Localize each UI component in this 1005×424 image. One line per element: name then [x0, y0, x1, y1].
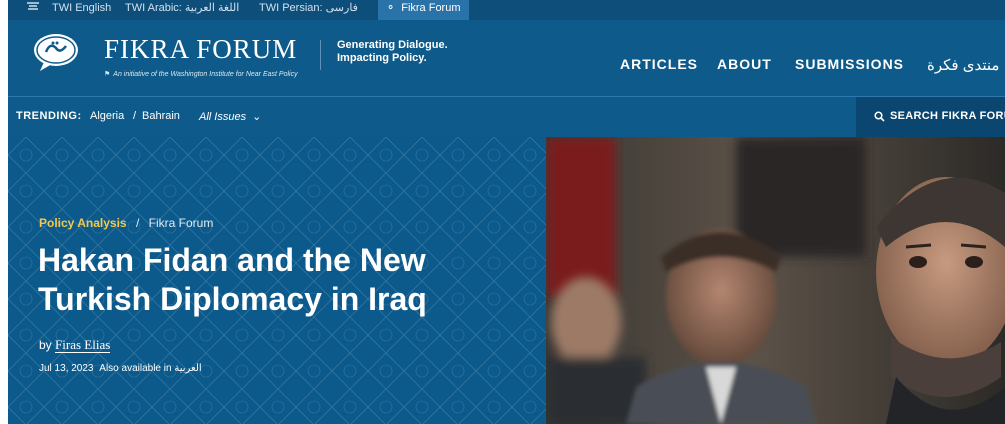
top-link-fikra[interactable]: ⚬ Fikra Forum — [378, 0, 469, 20]
trending-label: TRENDING: — [16, 110, 82, 122]
search-button[interactable]: SEARCH FIKRA FORUM — [856, 97, 1005, 137]
page: TWI English TWI Arabic: اللغة العربية TW… — [8, 0, 1005, 424]
tagline-line-1: Generating Dialogue. — [337, 39, 448, 51]
chat-icon: ⚬ — [386, 2, 396, 14]
brand-subtitle: ⚑ An initiative of the Washington Institu… — [104, 70, 298, 78]
breadcrumb: Policy Analysis / Fikra Forum — [39, 216, 213, 230]
author-link[interactable]: Firas Elias — [55, 337, 111, 353]
tagline-line-2: Impacting Policy. — [337, 52, 427, 64]
header-divider — [320, 40, 321, 70]
top-link-english[interactable]: TWI English — [52, 0, 111, 20]
search-label: SEARCH FIKRA FORUM — [890, 110, 1005, 122]
article-photo — [546, 137, 1005, 424]
trending-bar: TRENDING: Algeria / Bahrain All Issues ⌄… — [8, 96, 1005, 137]
globe-icon — [26, 0, 40, 20]
all-issues-dropdown[interactable]: All Issues ⌄ — [199, 110, 261, 123]
article-meta: Jul 13, 2023 Also available in العربية — [39, 363, 202, 374]
section-link[interactable]: Fikra Forum — [149, 216, 214, 230]
also-available-text: Also available in — [99, 363, 172, 374]
site-header: FIKRA FORUM ⚑ An initiative of the Washin… — [8, 20, 1005, 96]
brand-subtitle-text: An initiative of the Washington Institut… — [113, 71, 298, 78]
arabic-version-link[interactable]: العربية — [174, 363, 201, 374]
top-utility-bar: TWI English TWI Arabic: اللغة العربية TW… — [8, 0, 1005, 20]
brand-name[interactable]: FIKRA FORUM — [104, 34, 297, 65]
top-link-arabic[interactable]: TWI Arabic: اللغة العربية — [125, 0, 239, 20]
category-link[interactable]: Policy Analysis — [39, 216, 127, 230]
byline: by Firas Elias — [39, 337, 111, 353]
byline-prefix: by — [39, 338, 52, 352]
trending-separator: / — [133, 110, 137, 122]
nav-articles[interactable]: ARTICLES — [620, 56, 698, 72]
trending-algeria[interactable]: Algeria — [90, 110, 124, 122]
tagline: Generating Dialogue. Impacting Policy. — [337, 39, 448, 65]
book-icon: ⚑ — [104, 71, 111, 78]
article-date: Jul 13, 2023 — [39, 363, 94, 374]
all-issues-label: All Issues — [199, 111, 247, 123]
nav-about[interactable]: ABOUT — [717, 56, 772, 72]
fikra-logo-icon[interactable] — [32, 32, 80, 72]
article-title: Hakan Fidan and the New Turkish Diplomac… — [38, 242, 427, 317]
search-icon — [874, 111, 885, 122]
nav-submissions[interactable]: SUBMISSIONS — [795, 56, 904, 72]
nav-arabic[interactable]: منتدى فكرة — [927, 56, 999, 74]
article-hero: Policy Analysis / Fikra Forum Hakan Fida… — [8, 137, 546, 424]
chevron-down-icon: ⌄ — [252, 111, 262, 123]
top-link-fikra-label: Fikra Forum — [401, 2, 461, 14]
top-link-persian[interactable]: TWI Persian: فارسی — [259, 0, 358, 20]
breadcrumb-separator: / — [135, 216, 140, 230]
trending-bahrain[interactable]: Bahrain — [142, 110, 180, 122]
